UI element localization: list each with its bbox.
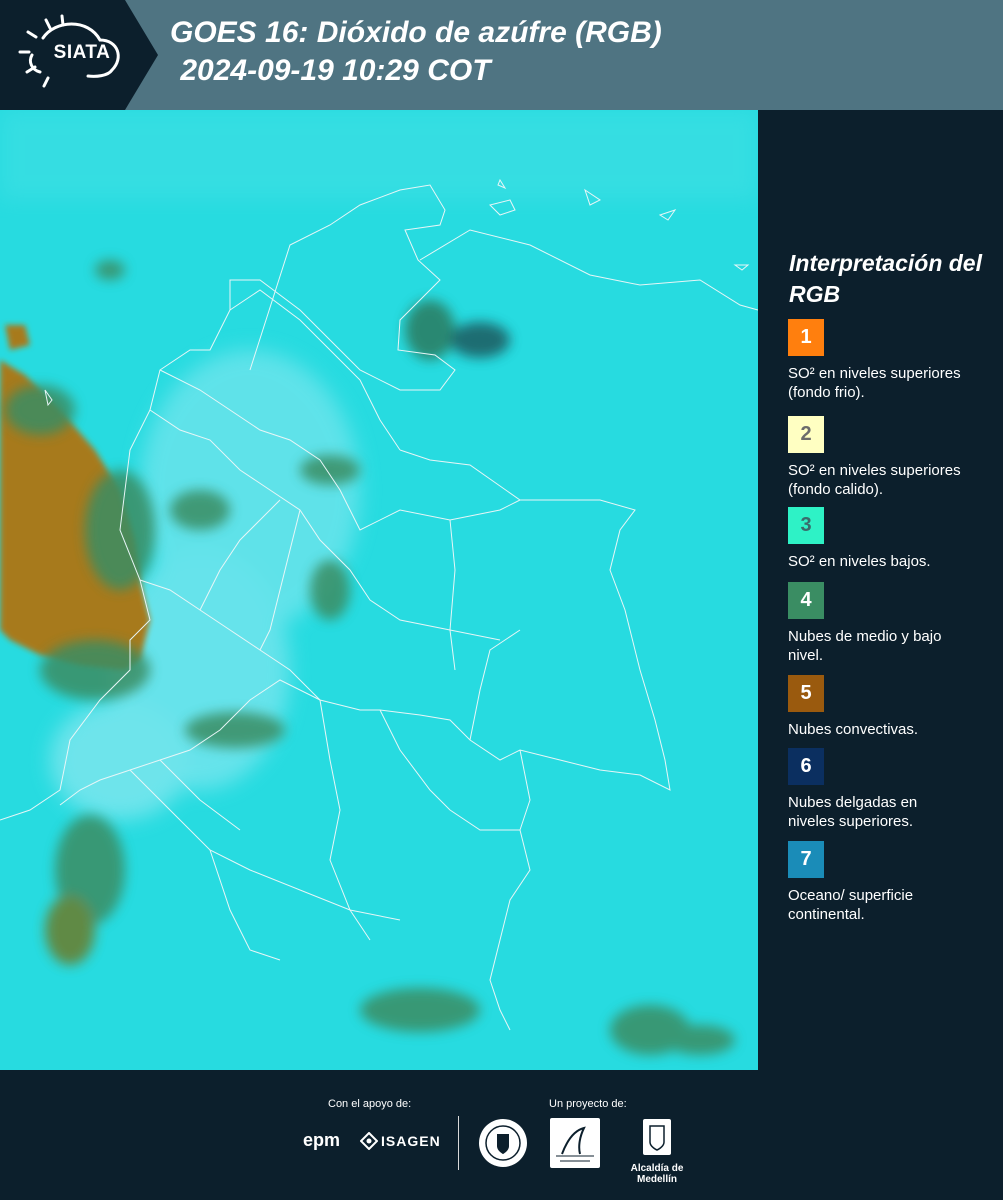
isagen-icon (360, 1132, 378, 1150)
area-logo-icon (556, 1126, 594, 1162)
epm-logo[interactable]: epm (303, 1130, 340, 1151)
legend-label: Oceano/ superficie continental. (788, 887, 914, 923)
legend-label: SO² en niveles superiores (fondo frio). (788, 365, 961, 401)
alcaldia-logo[interactable]: Alcaldía de Medellín (611, 1118, 703, 1185)
area-metropolitana-logo[interactable] (550, 1118, 600, 1168)
legend-label: SO² en niveles bajos. (788, 553, 931, 570)
legend-swatch: 6 (788, 748, 824, 785)
project-caption: Un proyecto de: (549, 1098, 627, 1110)
legend-number: 5 (800, 682, 812, 704)
legend-swatch: 5 (788, 675, 824, 712)
legend-label: Nubes delgadas en niveles superiores. (788, 794, 918, 830)
legend-item: 3 SO² en niveles bajos. (788, 507, 998, 571)
siata-logo[interactable]: SIATA (0, 0, 160, 110)
legend-label: Nubes de medio y bajo nivel. (788, 628, 942, 664)
legend-number: 7 (800, 848, 812, 870)
legend-item: 4 Nubes de medio y bajo nivel. (788, 582, 998, 665)
legend-number: 3 (800, 514, 812, 536)
legend-item: 7 Oceano/ superficie continental. (788, 841, 998, 924)
legend-item: 5 Nubes convectivas. (788, 675, 998, 739)
legend-swatch: 7 (788, 841, 824, 878)
legend-swatch: 2 (788, 416, 824, 453)
legend-number: 4 (800, 589, 812, 611)
isagen-text: ISAGEN (381, 1133, 441, 1149)
alcaldia-text: Alcaldía de Medellín (630, 1163, 684, 1185)
siata-logo-text: SIATA (53, 42, 111, 63)
header: SIATA GOES 16: Dióxido de azúfre (RGB) 2… (0, 0, 1003, 110)
alcaldia-shield-icon (643, 1119, 671, 1155)
footer-divider (458, 1116, 459, 1170)
legend-number: 6 (800, 755, 812, 777)
medellin-seal-icon[interactable] (478, 1118, 528, 1168)
support-caption: Con el apoyo de: (328, 1098, 412, 1110)
isagen-logo[interactable]: ISAGEN (360, 1132, 441, 1150)
legend-swatch: 1 (788, 319, 824, 356)
legend-title: Interpretación del RGB (789, 250, 982, 307)
legend-swatch: 3 (788, 507, 824, 544)
legend-label: SO² en niveles superiores (fondo calido)… (788, 462, 961, 498)
legend-number: 1 (800, 326, 812, 348)
legend-item: 1 SO² en niveles superiores (fondo frio)… (788, 319, 998, 402)
page-timestamp: 2024-09-19 10:29 COT (172, 54, 491, 87)
legend-panel: Interpretación del RGB 1 SO² en niveles … (760, 110, 1003, 1070)
satellite-image (0, 110, 758, 1070)
legend-number: 2 (800, 423, 812, 445)
legend-label: Nubes convectivas. (788, 721, 919, 738)
footer: Con el apoyo de: Un proyecto de: epm ISA… (0, 1070, 1003, 1200)
legend-swatch: 4 (788, 582, 824, 619)
satellite-map[interactable] (0, 110, 758, 1070)
legend-item: 6 Nubes delgadas en niveles superiores. (788, 748, 998, 831)
page-title: GOES 16: Dióxido de azúfre (RGB) (170, 16, 662, 49)
legend-item: 2 SO² en niveles superiores (fondo calid… (788, 416, 998, 499)
